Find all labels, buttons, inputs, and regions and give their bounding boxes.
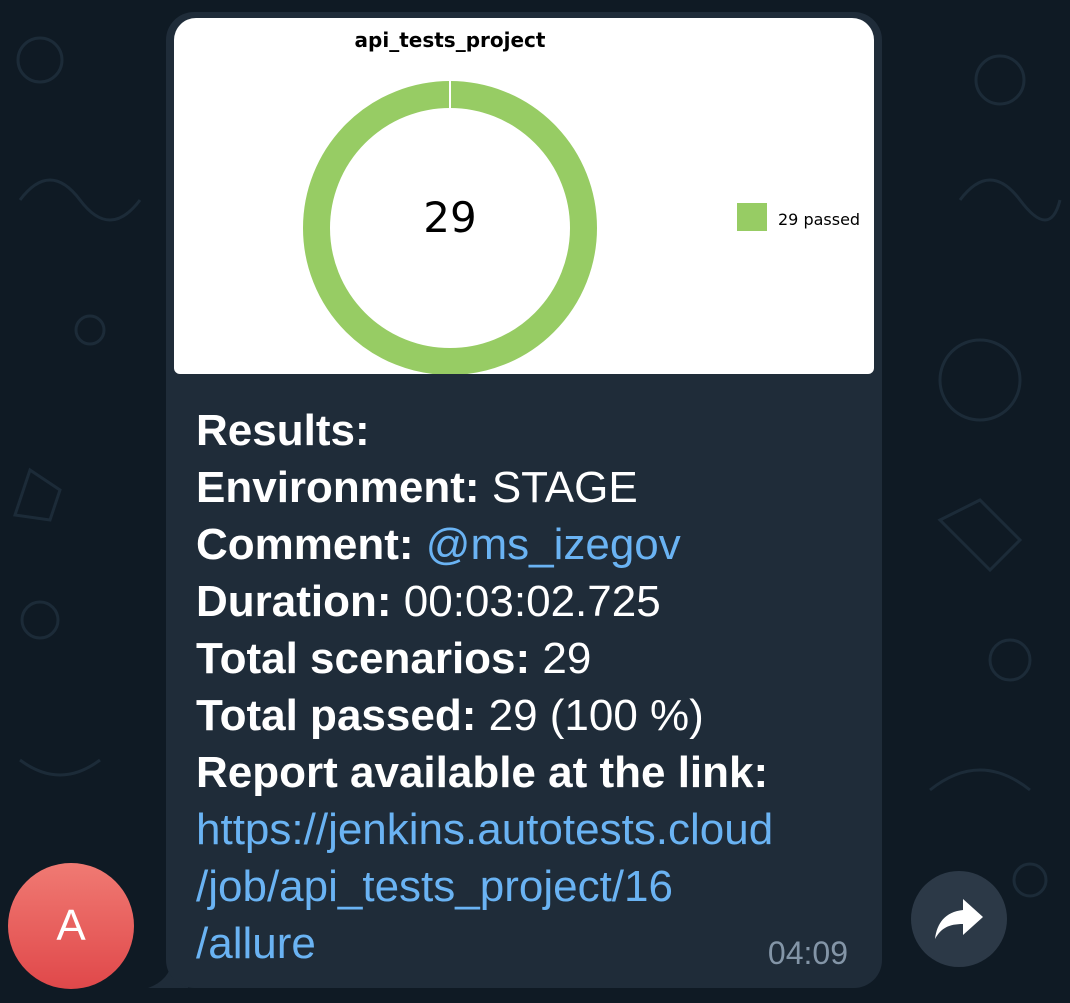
report-link-line-1[interactable]: https://jenkins.autotests.cloud (196, 801, 866, 858)
duration-label: Duration: (196, 577, 392, 626)
message-bubble[interactable]: api_tests_project 29 29 passed Results: … (166, 12, 882, 988)
environment-label: Environment: (196, 463, 480, 512)
report-link-line-2[interactable]: /job/api_tests_project/16 (196, 858, 866, 915)
chart-image[interactable]: api_tests_project 29 29 passed (174, 18, 874, 374)
report-line: Report available at the link: (196, 744, 866, 801)
scenarios-label: Total scenarios: (196, 634, 531, 683)
duration-value: 00:03:02.725 (403, 577, 661, 626)
passed-label: Total passed: (196, 691, 477, 740)
legend-swatch (737, 203, 767, 231)
passed-value: 29 (100 %) (488, 691, 704, 740)
message-timestamp: 04:09 (767, 935, 848, 971)
sender-avatar[interactable]: A (8, 863, 134, 989)
report-link-line-3[interactable]: /allure (196, 915, 866, 972)
duration-line: Duration: 00:03:02.725 (196, 573, 866, 630)
passed-line: Total passed: 29 (100 %) (196, 687, 866, 744)
message-text: Results: Environment: STAGE Comment: @ms… (196, 402, 866, 972)
results-line: Results: (196, 402, 866, 459)
share-arrow-icon (935, 899, 983, 939)
legend-label: 29 passed (778, 210, 860, 229)
environment-line: Environment: STAGE (196, 459, 866, 516)
comment-mention-link[interactable]: @ms_izegov (426, 520, 681, 569)
report-label: Report available at the link: (196, 748, 769, 797)
donut-chart: api_tests_project 29 29 passed (303, 28, 860, 374)
center-value: 29 (423, 193, 476, 242)
results-label: Results: (196, 406, 370, 455)
comment-label: Comment: (196, 520, 414, 569)
share-button[interactable] (911, 871, 1007, 967)
scenarios-line: Total scenarios: 29 (196, 630, 866, 687)
comment-line: Comment: @ms_izegov (196, 516, 866, 573)
avatar-letter: A (56, 901, 86, 950)
environment-value: STAGE (491, 463, 638, 512)
chart-title: api_tests_project (355, 28, 546, 52)
scenarios-value: 29 (542, 634, 592, 683)
